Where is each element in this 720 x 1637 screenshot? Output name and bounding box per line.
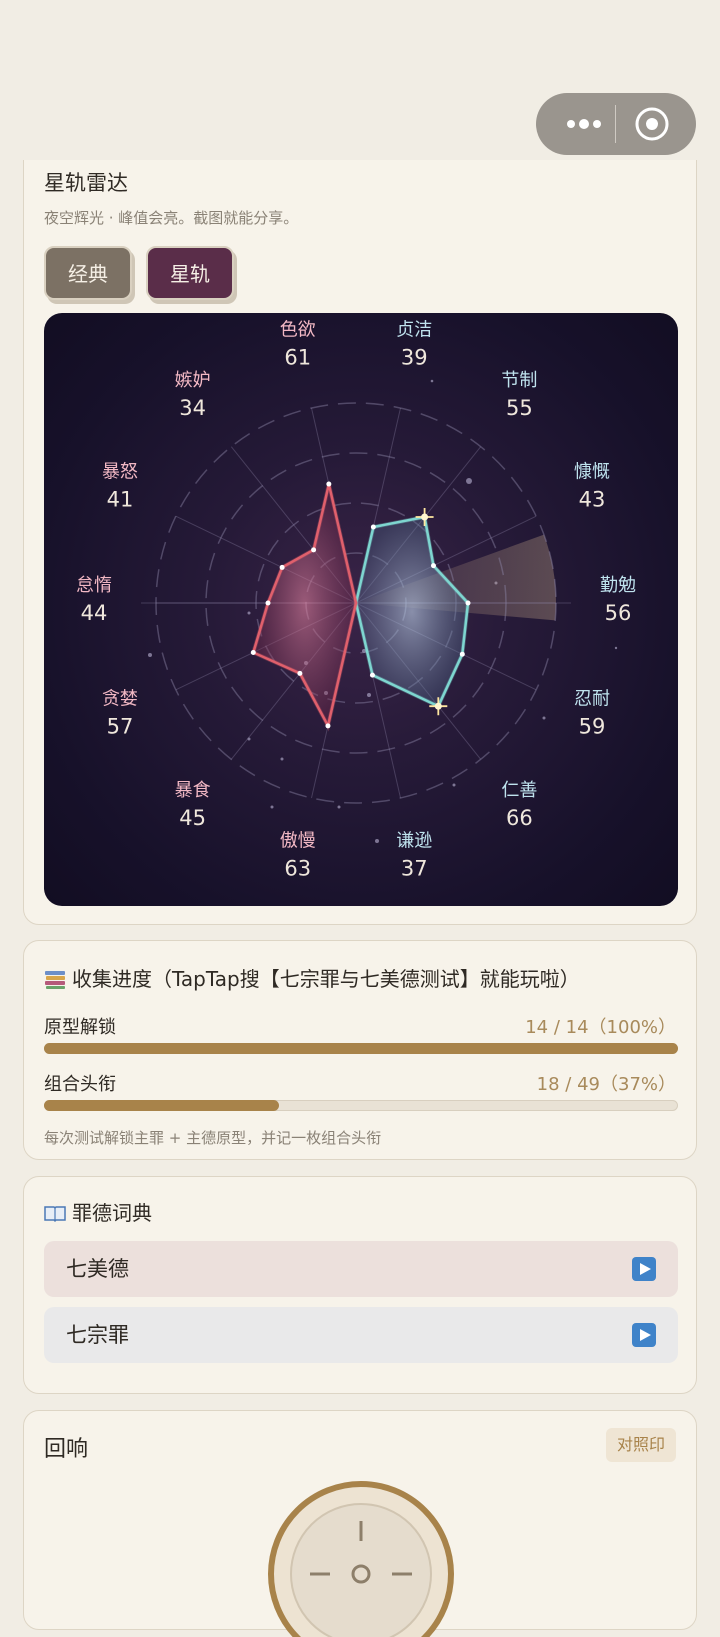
star-dot — [375, 839, 379, 843]
progress-bar-archetype — [44, 1043, 678, 1054]
progress-value-titles: 18 / 49（37%） — [536, 1074, 676, 1095]
peak-sparkle-core — [421, 513, 429, 521]
compass-dial-icon — [268, 1481, 454, 1637]
progress-value-archetype: 14 / 14（100%） — [525, 1017, 676, 1038]
dictionary-title: 罪德词典 — [72, 1201, 152, 1225]
radar-svg: 贞洁 39 节制 55 慷慨 43 勤勉 56 忍耐 59 仁善 66 谦逊 37 傲慢 63 暴食 45 贪婪 57… — [76, 320, 636, 881]
axis-value: 45 — [179, 806, 206, 830]
star-dot — [452, 783, 456, 787]
target-circle-icon[interactable] — [634, 106, 670, 142]
data-point — [311, 547, 317, 553]
progress-label-titles: 组合头衔 — [44, 1074, 116, 1095]
star-dot — [466, 478, 472, 484]
data-point — [297, 670, 303, 676]
axis-value: 43 — [579, 487, 606, 511]
echo-card: 回响 对照印 — [23, 1410, 697, 1637]
axis-value: 41 — [107, 487, 134, 511]
progress-fill-archetype — [44, 1043, 678, 1054]
axis-label: 怠惰 — [76, 575, 112, 596]
axis-value: 59 — [579, 715, 606, 739]
data-point — [250, 649, 256, 655]
axis-value: 39 — [401, 346, 428, 370]
peak-sparkle-core — [434, 702, 442, 710]
star-dot — [614, 646, 618, 650]
data-point — [465, 600, 471, 606]
progress-fill-titles — [44, 1100, 279, 1111]
books-icon — [45, 971, 65, 989]
play-icon — [632, 1323, 656, 1347]
classic-mode-button[interactable]: 经典 — [44, 246, 132, 300]
dictionary-title-row: 罪德词典 — [44, 1197, 152, 1226]
axis-label: 色欲 — [280, 320, 316, 341]
axis-value: 37 — [401, 856, 428, 880]
axis-label: 傲慢 — [280, 830, 316, 851]
axis-label: 勤勉 — [600, 575, 636, 596]
axis-label: 暴食 — [175, 780, 211, 801]
data-point — [326, 481, 332, 487]
axis-value: 55 — [506, 396, 533, 420]
axis-label: 忍耐 — [574, 689, 610, 710]
dictionary-row-sins[interactable]: 七宗罪 — [44, 1307, 678, 1363]
progress-bar-titles — [44, 1100, 678, 1111]
more-dots-icon[interactable] — [554, 93, 614, 155]
progress-note: 每次测试解锁主罪 + 主德原型，并记一枚组合头衔 — [44, 1129, 382, 1147]
axis-label: 暴怒 — [102, 461, 138, 482]
progress-title-row: 收集进度（TapTap搜【七宗罪与七美德测试】就能玩啦） — [44, 963, 580, 992]
axis-value: 66 — [506, 806, 533, 830]
star-dot — [280, 757, 284, 761]
echo-title: 回响 — [44, 1437, 89, 1462]
star-dot — [430, 379, 434, 383]
compare-seal-tag[interactable]: 对照印 — [605, 1428, 676, 1462]
star-dot — [148, 653, 152, 657]
data-point — [265, 600, 271, 606]
star-track-mode-button[interactable]: 星轨 — [146, 246, 234, 300]
dictionary-row-virtues[interactable]: 七美德 — [44, 1241, 678, 1297]
star-dot — [337, 805, 341, 809]
radar-subtitle: 夜空辉光 · 峰值会亮。截图就能分享。 — [44, 209, 299, 227]
axis-label: 仁善 — [501, 780, 537, 801]
axis-label: 谦逊 — [396, 830, 432, 851]
axis-label: 慷慨 — [574, 460, 610, 482]
progress-title: 收集进度（TapTap搜【七宗罪与七美德测试】就能玩啦） — [72, 967, 580, 991]
data-point — [459, 651, 465, 657]
axis-value: 44 — [81, 601, 108, 625]
star-dot — [247, 611, 251, 615]
open-book-icon — [44, 1206, 66, 1223]
data-point — [370, 524, 376, 530]
data-point — [430, 563, 436, 569]
dictionary-row-virtues-label: 七美德 — [66, 1257, 129, 1281]
dictionary-row-sins-label: 七宗罪 — [66, 1323, 129, 1347]
mini-program-capsule — [536, 93, 696, 155]
axis-value: 56 — [605, 601, 632, 625]
progress-card: 收集进度（TapTap搜【七宗罪与七美德测试】就能玩啦） 原型解锁 14 / 1… — [23, 940, 697, 1160]
axis-label: 贪婪 — [102, 689, 138, 710]
radar-card: 星轨雷达 夜空辉光 · 峰值会亮。截图就能分享。 经典 星轨 贞洁 39 节制 55 慷… — [23, 130, 697, 925]
top-bar — [0, 0, 720, 160]
progress-label-archetype: 原型解锁 — [44, 1017, 116, 1038]
star-dot — [542, 716, 546, 720]
play-icon — [632, 1257, 656, 1281]
data-point — [325, 723, 331, 729]
axis-value: 61 — [284, 346, 311, 370]
radar-title: 星轨雷达 — [44, 171, 128, 195]
capsule-divider — [615, 105, 616, 143]
axis-label: 嫉妒 — [175, 370, 211, 391]
dictionary-card: 罪德词典 七美德 七宗罪 — [23, 1176, 697, 1394]
radar-chart: 贞洁 39 节制 55 慷慨 43 勤勉 56 忍耐 59 仁善 66 谦逊 37 傲慢 63 暴食 45 贪婪 57… — [44, 313, 678, 906]
axis-value: 57 — [107, 715, 134, 739]
axis-value: 63 — [284, 856, 311, 880]
star-dot — [367, 693, 371, 697]
axis-label: 节制 — [501, 370, 537, 391]
data-point — [369, 672, 375, 678]
axis-label: 贞洁 — [396, 320, 432, 341]
star-dot — [270, 805, 274, 809]
axis-value: 34 — [179, 396, 206, 420]
data-point — [279, 564, 285, 570]
